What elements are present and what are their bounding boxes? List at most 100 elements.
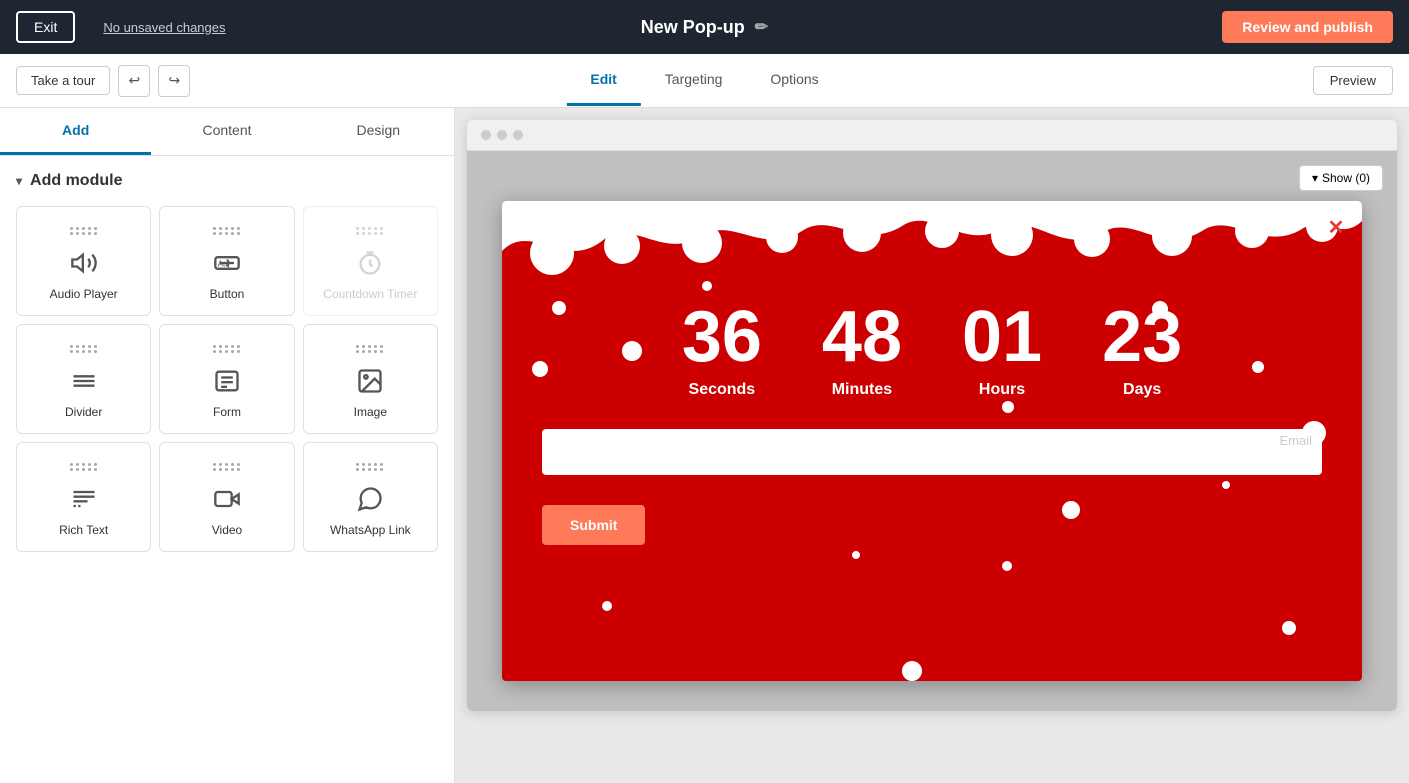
exit-button[interactable]: Exit	[16, 11, 75, 43]
take-tour-button[interactable]: Take a tour	[16, 66, 110, 95]
unsaved-changes-link[interactable]: No unsaved changes	[103, 20, 225, 35]
tab-options[interactable]: Options	[746, 55, 842, 106]
countdown-minutes: 48 Minutes	[822, 301, 902, 399]
countdown-timer-label: Countdown Timer	[323, 287, 417, 301]
video-label: Video	[212, 523, 242, 537]
close-icon: ✕	[1328, 215, 1345, 240]
snow-dot	[1062, 501, 1080, 519]
email-section: Email	[502, 419, 1362, 495]
module-rich-text[interactable]: Rich Text	[16, 442, 151, 552]
snow-dot	[1002, 401, 1014, 413]
panel-tabs: Add Content Design	[0, 108, 454, 156]
image-icon	[356, 367, 384, 395]
video-icon	[213, 485, 241, 513]
days-number: 23	[1102, 301, 1182, 373]
main-nav: Edit Targeting Options	[566, 55, 842, 106]
countdown-days: 23 Days	[1102, 301, 1182, 399]
module-image[interactable]: Image	[303, 324, 438, 434]
snow-dot	[1282, 621, 1296, 635]
show-button[interactable]: ▾ Show (0)	[1299, 165, 1383, 191]
email-label: Email	[1279, 433, 1312, 448]
snow-dot	[852, 551, 860, 559]
module-whatsapp-link[interactable]: WhatsApp Link	[303, 442, 438, 552]
form-label: Form	[213, 405, 241, 419]
snow-dot	[532, 361, 548, 377]
module-countdown-timer: Countdown Timer	[303, 206, 438, 316]
divider-label: Divider	[65, 405, 102, 419]
snow-dot	[1152, 301, 1168, 317]
countdown-seconds: 36 Seconds	[682, 301, 762, 399]
tab-targeting[interactable]: Targeting	[641, 55, 747, 106]
module-grid: Audio Player Aa| Button	[0, 198, 454, 568]
button-label: Button	[210, 287, 245, 301]
undo-button[interactable]: ↩	[118, 65, 150, 97]
review-publish-button[interactable]: Review and publish	[1222, 11, 1393, 43]
snow-dot	[902, 661, 922, 681]
svg-text:Aa|: Aa|	[218, 260, 230, 269]
canvas-area: ▾ Show (0)	[455, 108, 1409, 783]
whatsapp-link-label: WhatsApp Link	[330, 523, 411, 537]
snow-dot	[552, 301, 566, 315]
rich-text-label: Rich Text	[59, 523, 108, 537]
popup-title: New Pop-up ✏	[641, 17, 768, 38]
redo-button[interactable]: ↪	[158, 65, 190, 97]
edit-title-icon[interactable]: ✏	[755, 17, 768, 37]
minutes-number: 48	[822, 301, 902, 373]
snow-decoration	[502, 201, 1362, 281]
browser-top-bar	[467, 120, 1397, 151]
snow-dot	[1252, 361, 1264, 373]
chevron-down-icon[interactable]: ▾	[16, 174, 22, 188]
drag-handle-dots	[70, 227, 98, 235]
top-header: Exit No unsaved changes New Pop-up ✏ Rev…	[0, 0, 1409, 54]
browser-dot-2	[497, 130, 507, 140]
divider-icon	[70, 367, 98, 395]
submit-button[interactable]: Submit	[542, 505, 645, 545]
drag-handle-dots	[70, 463, 98, 471]
sub-header: Take a tour ↩ ↪ Edit Targeting Options P…	[0, 54, 1409, 108]
snow-dot	[702, 281, 712, 291]
audio-player-label: Audio Player	[50, 287, 118, 301]
drag-handle-dots	[356, 463, 384, 471]
seconds-number: 36	[682, 301, 762, 373]
form-icon	[213, 367, 241, 395]
popup-close-button[interactable]: ✕	[1320, 211, 1352, 243]
module-divider[interactable]: Divider	[16, 324, 151, 434]
left-panel: Add Content Design ▾ Add module	[0, 108, 455, 783]
button-module-icon: Aa|	[213, 249, 241, 277]
snow-dot	[622, 341, 642, 361]
countdown-timer-icon	[356, 249, 384, 277]
minutes-label: Minutes	[822, 381, 902, 399]
module-button[interactable]: Aa| Button	[159, 206, 294, 316]
tab-edit[interactable]: Edit	[566, 55, 640, 106]
email-input[interactable]	[542, 429, 1322, 475]
add-module-header: ▾ Add module	[0, 156, 454, 198]
panel-tab-add[interactable]: Add	[0, 108, 151, 155]
drag-handle-dots	[213, 345, 241, 353]
drag-handle-dots	[356, 345, 384, 353]
rich-text-icon	[70, 485, 98, 513]
popup-overlay: ✕ 36 Seconds 48 Minutes 01	[502, 201, 1362, 681]
days-label: Days	[1102, 381, 1182, 399]
browser-dot-3	[513, 130, 523, 140]
preview-button[interactable]: Preview	[1313, 66, 1393, 95]
countdown-hours: 01 Hours	[962, 301, 1042, 399]
panel-tab-design[interactable]: Design	[303, 108, 454, 155]
snow-dot	[1002, 561, 1012, 571]
seconds-label: Seconds	[682, 381, 762, 399]
drag-handle-dots	[213, 227, 241, 235]
module-audio-player[interactable]: Audio Player	[16, 206, 151, 316]
chevron-down-icon: ▾	[1312, 171, 1318, 185]
drag-handle-dots	[356, 227, 384, 235]
module-form[interactable]: Form	[159, 324, 294, 434]
module-video[interactable]: Video	[159, 442, 294, 552]
browser-chrome: ▾ Show (0)	[467, 120, 1397, 711]
snow-dot	[602, 601, 612, 611]
submit-section: Submit	[502, 495, 1362, 575]
panel-tab-content[interactable]: Content	[151, 108, 302, 155]
drag-handle-dots	[213, 463, 241, 471]
image-label: Image	[354, 405, 387, 419]
main-layout: Add Content Design ▾ Add module	[0, 108, 1409, 783]
audio-player-icon	[70, 249, 98, 277]
hours-number: 01	[962, 301, 1042, 373]
whatsapp-icon	[356, 485, 384, 513]
